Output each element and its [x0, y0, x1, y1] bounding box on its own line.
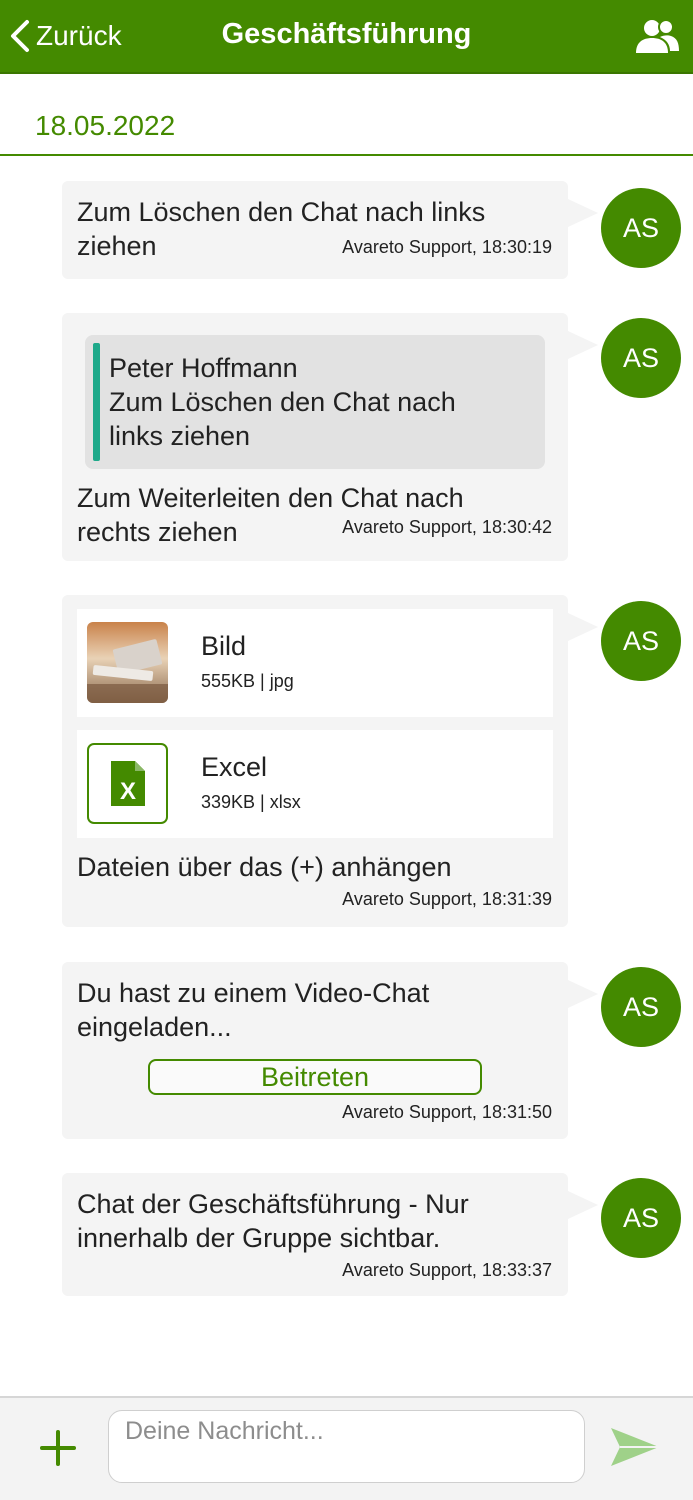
message-input[interactable]: [108, 1410, 585, 1483]
send-icon: [611, 1428, 659, 1466]
quote-bar: [93, 343, 100, 461]
avatar: AS: [601, 318, 681, 398]
attachment-info: 555KB | jpg: [201, 671, 294, 691]
message-meta: Avareto Support, 18:31:50: [342, 1102, 552, 1122]
avatar: AS: [601, 1178, 681, 1258]
date-label: 18.05.2022: [35, 110, 176, 141]
quote-text: Zum Löschen den Chat nach links ziehen: [109, 387, 456, 451]
group-icon: [636, 19, 679, 53]
image-thumbnail: [87, 622, 168, 703]
quoted-message[interactable]: Peter Hoffmann Zum Löschen den Chat nach…: [85, 335, 545, 469]
message-meta: Avareto Support, 18:30:19: [342, 237, 552, 257]
svg-text:X: X: [120, 778, 136, 805]
avatar: AS: [601, 188, 681, 268]
attachment-info: 339KB | xlsx: [201, 792, 301, 812]
page-title: Geschäftsführung: [221, 18, 472, 50]
message-meta: Avareto Support, 18:30:42: [342, 517, 552, 537]
chat-message[interactable]: Bild 555KB | jpg X Excel 339KB | xlsx Da…: [62, 595, 598, 927]
message-composer: [0, 1396, 693, 1500]
message-text: Du hast zu einem Video-Chat eingeladen..…: [77, 978, 430, 1042]
message-meta: Avareto Support, 18:31:39: [342, 889, 552, 909]
app-header: Zurück Geschäftsführung: [0, 0, 693, 74]
quote-author: Peter Hoffmann: [109, 353, 298, 383]
attachment-excel[interactable]: X Excel 339KB | xlsx: [77, 730, 553, 838]
avatar: AS: [601, 601, 681, 681]
chat-message[interactable]: Peter Hoffmann Zum Löschen den Chat nach…: [62, 313, 598, 561]
chat-message[interactable]: Zum Löschen den Chat nach links ziehen A…: [62, 181, 598, 279]
message-text: Dateien über das (+) anhängen: [77, 852, 452, 882]
group-members-button[interactable]: [633, 18, 681, 56]
date-separator: 18.05.2022: [0, 74, 693, 156]
message-text: Zum Weiterleiten den Chat nach rechts zi…: [77, 483, 464, 547]
attachment-name: Bild: [201, 631, 247, 661]
attachment-name: Excel: [201, 752, 268, 782]
join-video-chat-button[interactable]: Beitreten: [148, 1059, 482, 1095]
plus-icon: [40, 1430, 76, 1466]
attachment-image[interactable]: Bild 555KB | jpg: [77, 609, 553, 717]
send-button[interactable]: [608, 1424, 662, 1470]
chat-message[interactable]: Chat der Geschäftsführung - Nur innerhal…: [62, 1173, 598, 1296]
avatar: AS: [601, 967, 681, 1047]
chat-message[interactable]: Du hast zu einem Video-Chat eingeladen..…: [62, 962, 598, 1139]
message-meta: Avareto Support, 18:33:37: [342, 1260, 552, 1280]
excel-file-icon: X: [87, 743, 168, 824]
add-attachment-button[interactable]: [38, 1428, 78, 1468]
message-text: Chat der Geschäftsführung - Nur innerhal…: [77, 1189, 469, 1253]
